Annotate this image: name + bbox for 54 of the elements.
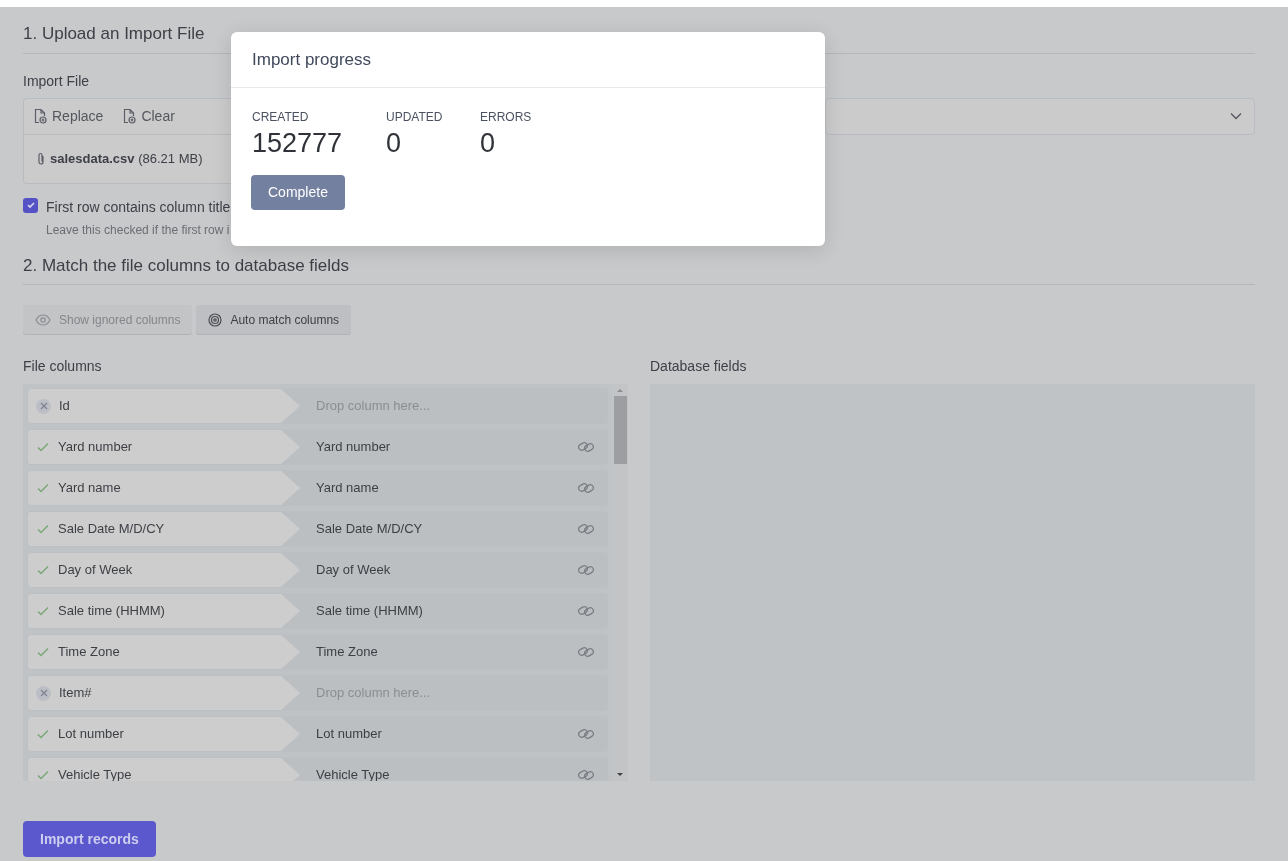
chevron-down-icon [1230, 112, 1242, 120]
stat-label: UPDATED [386, 109, 444, 126]
select-field[interactable] [825, 97, 1255, 135]
target-icon [208, 312, 223, 327]
file-column-name: Day of Week [58, 561, 133, 580]
link-icon [577, 481, 595, 495]
link-icon [577, 768, 595, 781]
link-icon [577, 522, 595, 536]
section-title: 2. Match the file columns to database fields [23, 252, 1255, 285]
database-field-name: Day of Week [316, 561, 391, 580]
database-field-name: Yard name [316, 479, 379, 498]
link-icon [577, 440, 595, 454]
file-column-name: Yard number [58, 438, 133, 457]
complete-button[interactable]: Complete [251, 175, 345, 210]
file-column-name: Id [59, 397, 70, 416]
eye-icon [35, 313, 51, 326]
database-field-name: Yard number [316, 438, 391, 457]
column-heading: File columns [23, 357, 103, 376]
checkbox-label: First row contains column title [46, 197, 231, 217]
stat-value: 152777 [252, 127, 344, 160]
replace-button[interactable]: Replace [32, 105, 104, 127]
paperclip-icon [36, 151, 46, 166]
link-icon [577, 604, 595, 618]
field-label: Import File [23, 71, 91, 91]
file-column-name: Sale time (HHMM) [58, 602, 165, 621]
clear-button[interactable]: Clear [121, 105, 175, 127]
file-name: salesdata.csv (86.21 MB) [50, 149, 203, 168]
database-field-name: Sale Date M/D/CY [316, 520, 423, 539]
database-field-name: Lot number [316, 725, 382, 744]
stat-label: ERRORS [480, 109, 533, 126]
file-column-name: Time Zone [58, 643, 120, 662]
remove-icon[interactable] [36, 398, 51, 414]
column-heading: Database fields [650, 357, 748, 376]
file-plus-icon [32, 108, 48, 124]
remove-icon[interactable] [36, 685, 51, 701]
checkbox[interactable] [23, 197, 38, 213]
database-field-name: Time Zone [316, 643, 378, 662]
file-x-icon [121, 108, 138, 124]
check-icon [25, 200, 36, 210]
scrollbar-thumb[interactable] [613, 396, 627, 464]
auto-match-button[interactable]: Auto match columns [196, 305, 352, 334]
database-field-name: Sale time (HHMM) [316, 602, 423, 621]
link-icon [577, 563, 595, 577]
file-column-name: Sale Date M/D/CY [58, 520, 165, 539]
file-column-name: Item# [59, 684, 92, 703]
file-column-name: Lot number [58, 725, 124, 744]
link-icon [577, 727, 595, 741]
file-column-name: Yard name [58, 479, 121, 498]
link-icon [577, 645, 595, 659]
checkbox-hint: Leave this checked if the first row i [46, 221, 231, 239]
stat-value: 0 [386, 127, 403, 160]
stat-label: CREATED [252, 109, 310, 126]
stat-value: 0 [480, 127, 497, 160]
import-records-button[interactable]: Import records [23, 821, 156, 857]
